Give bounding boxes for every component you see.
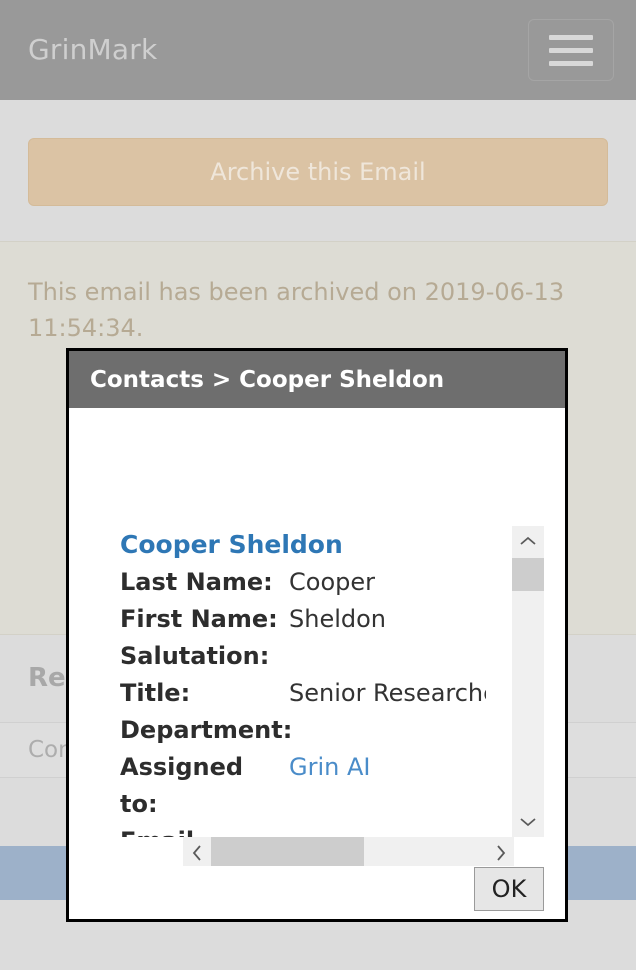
field-label-first-name: First Name: [120,605,278,633]
contact-fields: Cooper Sheldon Last Name: Cooper First N… [120,526,486,837]
horizontal-scrollbar[interactable] [183,837,514,866]
related-heading: Re [28,663,66,693]
field-row-salutation: Salutation: [120,638,486,675]
field-row-first-name: First Name: Sheldon [120,601,486,638]
archive-email-button[interactable]: Archive this Email [28,138,608,206]
fields-viewport: Cooper Sheldon Last Name: Cooper First N… [69,408,486,837]
chevron-down-icon[interactable] [512,807,544,837]
hamburger-bar-3 [549,60,593,66]
dialog-body: Cooper Sheldon Last Name: Cooper First N… [69,408,565,866]
chevron-up-icon[interactable] [512,526,544,556]
brand-logo[interactable]: GrinMark [28,31,157,69]
field-row-assigned-to: Assigned to: Grin AI [120,749,486,823]
top-navbar: GrinMark [0,0,636,100]
dialog-footer: OK [69,866,565,919]
archived-notice-text: This email has been archived on 2019-06-… [28,278,565,342]
field-row-last-name: Last Name: Cooper [120,564,486,601]
chevron-right-icon[interactable] [487,837,514,866]
field-row-title: Title: Senior Researche [120,675,486,712]
contact-detail-dialog: Contacts > Cooper Sheldon Cooper Sheldon… [66,348,568,922]
ok-button[interactable]: OK [474,867,544,911]
hamburger-bar-1 [549,34,593,40]
field-row-email-address: Email Address: sheldon@example [120,823,486,837]
field-label-salutation: Salutation: [120,642,270,670]
field-value-first-name: Sheldon [289,605,387,633]
vertical-scrollbar[interactable] [512,526,544,837]
hamburger-bar-2 [549,47,593,53]
field-label-email-address: Email Address: [120,823,286,837]
horizontal-scrollbar-thumb[interactable] [211,837,364,866]
contact-name-heading[interactable]: Cooper Sheldon [120,526,486,563]
field-value-assigned-to[interactable]: Grin AI [286,749,370,786]
field-label-assigned-to: Assigned to: [120,753,244,818]
field-label-last-name: Last Name: [120,568,273,596]
hamburger-menu-icon[interactable] [528,19,614,81]
field-label-department: Department: [120,716,293,744]
vertical-scrollbar-thumb[interactable] [512,558,544,591]
chevron-left-icon[interactable] [183,837,210,866]
field-value-last-name: Cooper [289,568,375,596]
field-row-department: Department: [120,712,486,749]
field-value-title: Senior Researche [289,679,486,707]
dialog-title: Contacts > Cooper Sheldon [69,351,565,408]
field-label-title: Title: [120,679,191,707]
